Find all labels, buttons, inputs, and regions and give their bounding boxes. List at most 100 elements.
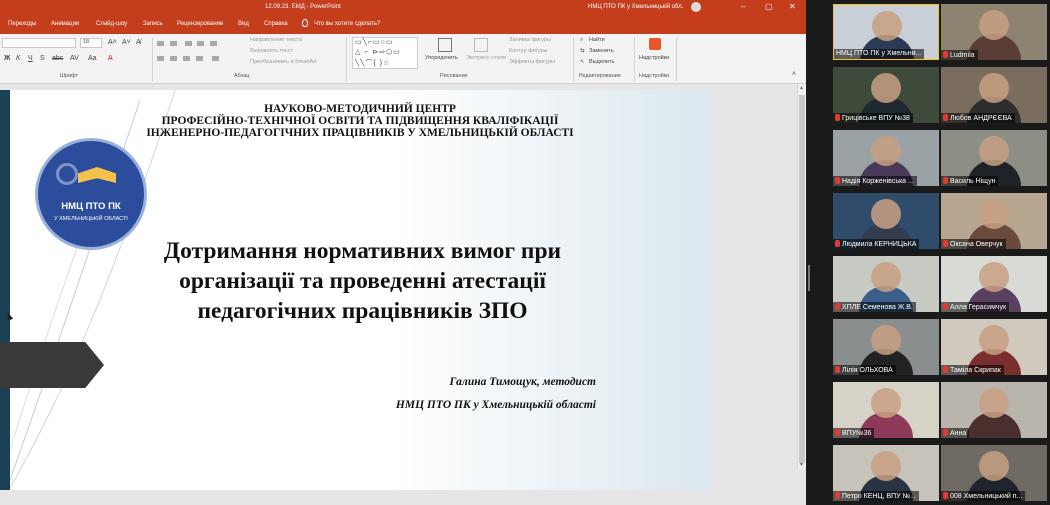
account-name[interactable]: НМЦ ПТО ПК у Хмельницькій обл.: [588, 4, 683, 10]
participant-tile[interactable]: 008 Хмельницький п...: [941, 445, 1047, 501]
participant-tile[interactable]: Любов АНДРЄЄВА: [941, 67, 1047, 123]
participant-tile[interactable]: Лілія ОЛЬХОВА: [833, 319, 939, 375]
slide[interactable]: НАУКОВО-МЕТОДИЧНИЙ ЦЕНТР ПРОФЕСІЙНО-ТЕХН…: [0, 90, 712, 490]
separator: [573, 37, 574, 81]
arrange-icon[interactable]: [438, 38, 452, 52]
line-spacing-icon[interactable]: [210, 41, 217, 46]
participant-tile[interactable]: ХПЛЕ Семенова Ж.В.: [833, 256, 939, 312]
shapes-row-1-icons[interactable]: ▭╲⌐▭○▭: [355, 38, 393, 46]
participant-name: Ludmila: [941, 50, 978, 60]
addins-button[interactable]: Надстройки: [639, 55, 669, 61]
panel-resize-handle[interactable]: [808, 265, 810, 291]
participant-tile[interactable]: Василь Ніщун: [941, 130, 1047, 186]
participant-name-text: 008 Хмельницький п...: [950, 493, 1023, 500]
participant-name-text: Лілія ОЛЬХОВА: [842, 367, 893, 374]
tab-help[interactable]: Справка: [264, 21, 288, 27]
shapes-row-3-icons[interactable]: ╲╲⌒{ }☆: [355, 58, 390, 68]
underline-icon[interactable]: Ч: [28, 55, 33, 62]
replace-button[interactable]: Заменить: [589, 48, 614, 54]
minimize-button[interactable]: –: [741, 2, 745, 11]
font-color-icon[interactable]: A: [108, 55, 113, 62]
tab-record[interactable]: Запись: [143, 21, 163, 27]
bold-icon[interactable]: Ж: [4, 55, 10, 62]
strike-icon[interactable]: abc: [52, 55, 63, 62]
participant-tile[interactable]: ВПУ№36: [833, 382, 939, 438]
participant-tile[interactable]: Петро КЕНЦ, ВПУ №...: [833, 445, 939, 501]
align-right-icon[interactable]: [183, 56, 190, 61]
decrease-indent-icon[interactable]: [185, 41, 192, 46]
tab-slideshow[interactable]: Слайд-шоу: [96, 21, 127, 27]
clear-format-icon[interactable]: A̸: [136, 39, 141, 46]
vertical-scrollbar[interactable]: ▲ ▼: [797, 84, 806, 469]
addins-icon[interactable]: [649, 38, 661, 50]
italic-icon[interactable]: К: [16, 55, 20, 62]
align-left-icon[interactable]: [157, 56, 164, 61]
smartart-button[interactable]: Преобразовать в SmartArt: [250, 59, 317, 65]
participant-tile[interactable]: Надія Корженівська ...: [833, 130, 939, 186]
participant-name-text: ВПУ№36: [842, 430, 872, 437]
participant-tile[interactable]: Ludmila: [941, 4, 1047, 60]
grow-font-icon[interactable]: A˄: [108, 39, 117, 46]
muted-mic-icon: [943, 366, 948, 373]
shapes-row-2-icons[interactable]: △ ⌐ ⊳⇨⬠▭: [355, 48, 401, 56]
muted-mic-icon: [943, 51, 948, 58]
participant-tile[interactable]: Анна: [941, 382, 1047, 438]
scroll-up-icon[interactable]: ▲: [799, 85, 804, 91]
tell-me-search[interactable]: Что вы хотите сделать?: [314, 21, 380, 27]
muted-mic-icon: [943, 177, 948, 184]
align-text-button[interactable]: Выровнять текст: [250, 48, 293, 54]
collapse-ribbon-icon[interactable]: ˄: [792, 71, 796, 78]
case-icon[interactable]: Aa: [88, 55, 97, 62]
numbering-icon[interactable]: [170, 41, 177, 46]
restore-button[interactable]: ▢: [765, 2, 773, 11]
slide-arrow-shape: [0, 342, 104, 388]
spacing-icon[interactable]: AV: [70, 55, 79, 62]
quick-styles-button[interactable]: Экспресс-стили: [466, 55, 506, 61]
tab-view[interactable]: Вид: [238, 21, 249, 27]
increase-indent-icon[interactable]: [197, 41, 204, 46]
select-icon[interactable]: ↖: [580, 59, 585, 65]
participant-tile[interactable]: Таміла Скрипак: [941, 319, 1047, 375]
text-direction-button[interactable]: Направление текста: [250, 37, 302, 43]
align-center-icon[interactable]: [170, 56, 177, 61]
scroll-down-icon[interactable]: ▼: [799, 462, 804, 468]
participant-face: [979, 199, 1009, 229]
tab-animations[interactable]: Анимации: [51, 21, 79, 27]
participant-name: 008 Хмельницький п...: [941, 491, 1026, 501]
tab-transitions[interactable]: Переходы: [8, 21, 36, 27]
participant-tile[interactable]: НМЦ ПТО ПК у Хмельни...: [833, 4, 939, 60]
participant-tile[interactable]: Грицівське ВПУ №38: [833, 67, 939, 123]
shape-outline-button[interactable]: Контур фигуры: [509, 48, 547, 54]
select-button[interactable]: Выделить: [589, 59, 614, 65]
participant-name-text: Алла Герасимчук: [950, 304, 1007, 311]
shrink-font-icon[interactable]: A˅: [122, 39, 131, 46]
participant-name: Любов АНДРЄЄВА: [941, 113, 1015, 123]
find-button[interactable]: Найти: [589, 37, 605, 43]
participant-face: [979, 136, 1009, 166]
account-avatar[interactable]: [691, 2, 701, 12]
participant-tile[interactable]: Оксана Оверчук: [941, 193, 1047, 249]
group-label-drawing: Рисование: [440, 73, 468, 79]
author-line: Галина Тимощук, методист: [449, 376, 596, 388]
scrollbar-thumb[interactable]: [799, 95, 805, 463]
columns-icon[interactable]: [212, 56, 219, 61]
participant-tile[interactable]: Людмила КЕРНИЦЬКА: [833, 193, 939, 249]
shape-effects-button[interactable]: Эффекты фигуры: [509, 59, 555, 65]
font-name-combo[interactable]: [2, 38, 76, 48]
replace-icon[interactable]: ⇆: [580, 48, 585, 54]
shape-fill-button[interactable]: Заливка фигуры: [509, 37, 551, 43]
muted-mic-icon: [943, 303, 948, 310]
bullets-icon[interactable]: [157, 41, 164, 46]
tab-review[interactable]: Рецензирование: [177, 21, 223, 27]
shadow-icon[interactable]: S: [40, 55, 45, 62]
justify-icon[interactable]: [196, 56, 203, 61]
shapes-gallery[interactable]: ▭╲⌐▭○▭ △ ⌐ ⊳⇨⬠▭ ╲╲⌒{ }☆: [352, 37, 418, 69]
close-button[interactable]: ✕: [789, 2, 796, 11]
participant-face: [871, 262, 901, 292]
font-size-combo[interactable]: 18: [80, 38, 102, 48]
participant-tile[interactable]: Алла Герасимчук: [941, 256, 1047, 312]
arrange-button[interactable]: Упорядочить: [425, 55, 458, 61]
quick-styles-icon[interactable]: [474, 38, 488, 52]
search-icon[interactable]: ⌕: [580, 37, 583, 44]
participant-name: Алла Герасимчук: [941, 302, 1010, 312]
